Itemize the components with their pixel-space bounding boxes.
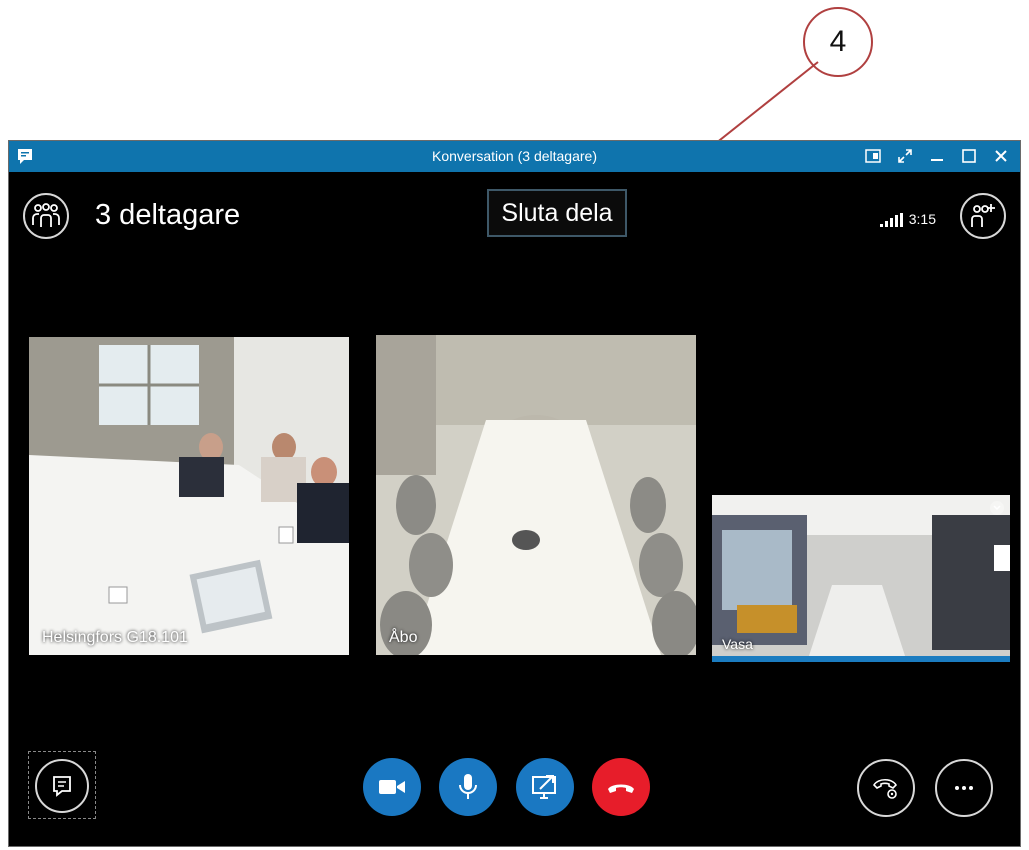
video-feed [712, 495, 1010, 662]
chat-icon [53, 776, 71, 797]
more-options-button[interactable] [935, 759, 993, 817]
pop-out-icon[interactable] [860, 145, 886, 167]
video-tile-vasa[interactable]: Vasa [712, 495, 1010, 662]
video-tile-helsingfors[interactable]: Helsingfors G18.101 [29, 337, 349, 655]
video-button[interactable] [363, 758, 421, 816]
fullscreen-icon[interactable] [892, 145, 918, 167]
video-feed [29, 337, 349, 655]
hang-up-button[interactable] [592, 758, 650, 816]
add-participant-button[interactable] [960, 193, 1006, 239]
minimize-icon[interactable] [924, 145, 950, 167]
active-speaker-indicator [712, 656, 1010, 662]
video-feed [376, 335, 696, 655]
tile-label: Helsingfors G18.101 [42, 629, 188, 646]
stop-sharing-button[interactable]: Sluta dela [487, 189, 627, 237]
close-icon[interactable] [988, 145, 1014, 167]
share-screen-button[interactable] [516, 758, 574, 816]
video-tile-abo[interactable]: Åbo [376, 335, 696, 655]
chevron-down-icon[interactable] [990, 501, 1004, 515]
more-options-icon [955, 786, 973, 790]
call-duration: 3:15 [908, 211, 936, 227]
video-camera-icon [379, 780, 405, 794]
signal-strength-icon [879, 213, 903, 227]
tile-label: Vasa [722, 636, 753, 652]
tile-label: Åbo [389, 629, 418, 646]
maximize-icon[interactable] [956, 145, 982, 167]
call-controls-button[interactable] [857, 759, 915, 817]
hang-up-icon [608, 784, 634, 793]
participants-button[interactable] [23, 193, 69, 239]
add-participant-icon [971, 204, 995, 227]
callout-number: 4 [803, 7, 873, 77]
participants-icon [32, 203, 60, 227]
call-quality: 3:15 [879, 211, 936, 227]
chat-button[interactable] [35, 759, 89, 813]
title-bar: Konversation (3 deltagare) [9, 141, 1020, 172]
share-screen-icon [532, 775, 556, 799]
call-controls-icon [873, 778, 897, 799]
conversation-window: Konversation (3 deltagare) 3 deltagare S… [8, 140, 1021, 847]
participants-count-label: 3 deltagare [95, 199, 241, 231]
microphone-icon [459, 774, 477, 799]
microphone-button[interactable] [439, 758, 497, 816]
